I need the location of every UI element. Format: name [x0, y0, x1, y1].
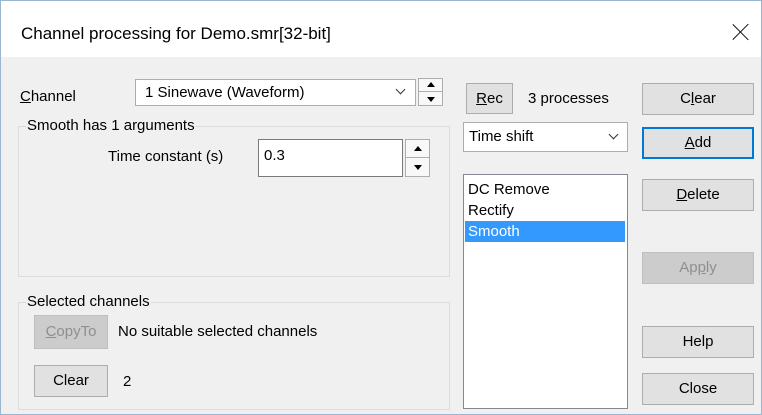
clear-post: ear: [694, 90, 716, 107]
help-button[interactable]: Help: [642, 326, 754, 358]
process-type-select[interactable]: Time shift: [463, 122, 628, 152]
arrow-up-icon: [413, 145, 422, 151]
channel-spin-up[interactable]: [419, 79, 442, 92]
apply-post: ly: [705, 259, 717, 276]
process-list[interactable]: DC Remove Rectify Smooth: [463, 174, 628, 409]
time-constant-spin-up[interactable]: [406, 140, 429, 158]
add-post: dd: [694, 134, 712, 151]
selected-channels-title: Selected channels: [26, 293, 151, 310]
rec-accel: R: [476, 90, 487, 107]
window-title: Channel processing for Demo.smr[32-bit]: [21, 24, 331, 43]
list-item[interactable]: Rectify: [465, 200, 625, 221]
selected-clear-button[interactable]: Clear: [34, 365, 108, 397]
title-bar: Channel processing for Demo.smr[32-bit]: [1, 1, 761, 57]
copyto-rest: opyTo: [56, 323, 97, 340]
add-accel: A: [684, 134, 695, 151]
process-type-value: Time shift: [469, 128, 534, 145]
time-constant-spin-down[interactable]: [406, 158, 429, 176]
channel-processing-dialog: Channel processing for Demo.smr[32-bit] …: [0, 0, 762, 415]
time-constant-label: Time constant (s): [108, 148, 224, 165]
delete-button[interactable]: Delete: [642, 179, 754, 211]
list-item[interactable]: DC Remove: [465, 179, 625, 200]
rec-button[interactable]: Rec: [466, 83, 513, 114]
apply-button[interactable]: Apply: [642, 252, 754, 284]
channel-label: Channel: [20, 88, 76, 105]
channel-label-accel: C: [20, 88, 31, 105]
channel-label-rest: hannel: [30, 88, 76, 105]
channel-select[interactable]: 1 Sinewave (Waveform): [135, 79, 416, 106]
delete-accel: D: [676, 186, 688, 203]
copyto-accel: C: [45, 323, 57, 340]
arrow-down-icon: [413, 165, 422, 170]
clear-pre: C: [680, 90, 691, 107]
time-constant-value: 0.3: [264, 147, 285, 164]
clear-button[interactable]: Clear: [642, 83, 754, 115]
arguments-group-title: Smooth has 1 arguments: [26, 117, 196, 134]
close-icon[interactable]: [730, 21, 752, 43]
channel-select-value: 1 Sinewave (Waveform): [145, 84, 305, 101]
process-count: 3 processes: [528, 90, 609, 107]
add-button[interactable]: Add: [642, 127, 754, 159]
list-item-selected[interactable]: Smooth: [465, 221, 625, 242]
delete-post: elete: [687, 186, 720, 203]
time-constant-spinner[interactable]: [405, 139, 430, 177]
rec-rest: ec: [487, 90, 503, 107]
arrow-down-icon: [426, 96, 435, 102]
copyto-button[interactable]: CopyTo: [34, 315, 108, 349]
selected-count: 2: [123, 373, 132, 390]
close-button[interactable]: Close: [642, 373, 754, 405]
channel-spin-down[interactable]: [419, 92, 442, 105]
chevron-down-icon: [396, 86, 406, 96]
chevron-down-icon: [609, 131, 619, 141]
arrow-up-icon: [426, 82, 435, 87]
apply-accel: p: [697, 259, 706, 276]
apply-pre: Ap: [679, 259, 698, 276]
time-constant-input[interactable]: 0.3: [258, 139, 403, 177]
channel-spinner[interactable]: [418, 78, 443, 106]
no-channels-message: No suitable selected channels: [118, 323, 318, 340]
